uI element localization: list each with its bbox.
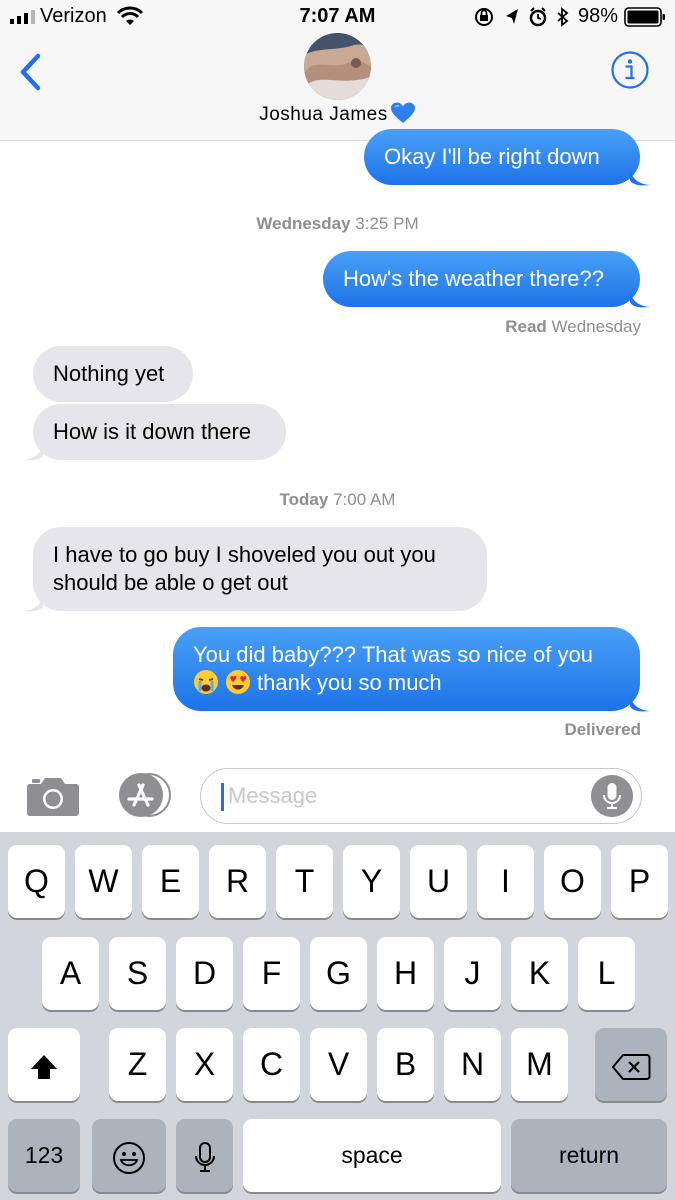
heart-eyes-icon [226, 670, 250, 694]
numbers-key[interactable]: 123 [8, 1119, 80, 1192]
blue-heart-icon [390, 102, 415, 123]
timestamp-time: 7:00 AM [333, 490, 396, 509]
key-v[interactable]: V [310, 1028, 367, 1101]
backspace-icon [612, 1053, 651, 1080]
battery-percentage: 98% [578, 5, 619, 27]
microphone-icon [194, 1141, 215, 1172]
timestamp: Today 7:00 AM [0, 490, 675, 510]
key-q[interactable]: Q [8, 845, 65, 918]
key-h[interactable]: H [377, 937, 434, 1010]
conversation-header: Verizon 7:07 AM 98% Joshua James [0, 0, 675, 141]
key-f[interactable]: F [243, 937, 300, 1010]
back-chevron-icon[interactable] [14, 50, 50, 94]
received-bubble-tail [23, 441, 43, 461]
key-t[interactable]: T [276, 845, 333, 918]
key-p[interactable]: P [611, 845, 668, 918]
key-d[interactable]: D [176, 937, 233, 1010]
backspace-key[interactable] [595, 1028, 667, 1101]
dictation-key[interactable] [176, 1119, 233, 1192]
bluetooth-icon [557, 7, 569, 27]
status-icons [475, 7, 569, 27]
timestamp: Wednesday 3:25 PM [0, 214, 675, 234]
sent-message-bubble[interactable]: You did baby??? That was so nice of you … [173, 627, 640, 711]
receipt-status: Read [505, 317, 547, 336]
message-text: Nothing yet [53, 361, 165, 386]
key-s[interactable]: S [109, 937, 166, 1010]
key-e[interactable]: E [142, 845, 199, 918]
key-i[interactable]: I [477, 845, 534, 918]
received-bubble-tail [23, 592, 43, 612]
info-icon[interactable] [610, 50, 650, 90]
key-l[interactable]: L [578, 937, 635, 1010]
received-message-bubble[interactable]: Nothing yet [33, 346, 193, 402]
orientation-lock-icon [475, 8, 493, 26]
dictation-mic-icon[interactable] [591, 775, 633, 817]
timestamp-time: 3:25 PM [355, 214, 419, 233]
sent-bubble-tail [630, 166, 650, 186]
emoji-smiley-icon [113, 1141, 145, 1174]
message-text: How's the weather there?? [343, 266, 605, 291]
message-input[interactable]: Message [200, 768, 642, 824]
key-g[interactable]: G [310, 937, 367, 1010]
camera-icon[interactable] [26, 773, 80, 817]
message-text-line: should be able o get out [53, 570, 288, 595]
app-store-icon[interactable] [112, 772, 174, 818]
emoji-key[interactable] [92, 1119, 166, 1192]
key-z[interactable]: Z [109, 1028, 166, 1101]
received-message-bubble[interactable]: How is it down there [33, 404, 286, 460]
contact-avatar[interactable] [304, 33, 371, 100]
key-c[interactable]: C [243, 1028, 300, 1101]
key-u[interactable]: U [410, 845, 467, 918]
key-n[interactable]: N [444, 1028, 501, 1101]
message-placeholder: Message [228, 783, 318, 808]
key-a[interactable]: A [42, 937, 99, 1010]
key-j[interactable]: J [444, 937, 501, 1010]
message-text-line: You did baby??? That was so nice of you [193, 642, 593, 667]
key-r[interactable]: R [209, 845, 266, 918]
contact-name-label: Joshua James [259, 104, 388, 125]
key-k[interactable]: K [511, 937, 568, 1010]
keyboard: Q W E R T Y U I O P A S D F G H J K L Z … [0, 832, 675, 1200]
battery-icon [624, 7, 665, 27]
key-m[interactable]: M [511, 1028, 568, 1101]
message-text: thank you so much [257, 670, 442, 695]
delivered-receipt: Delivered [564, 720, 641, 739]
status-bar: Verizon 7:07 AM 98% [0, 0, 675, 34]
read-receipt: Read Wednesday [505, 317, 641, 337]
message-text-line: I have to go buy I shoveled you out you [53, 542, 436, 567]
key-o[interactable]: O [544, 845, 601, 918]
sent-message-bubble[interactable]: How's the weather there?? [323, 251, 640, 307]
key-w[interactable]: W [75, 845, 132, 918]
message-text: Okay I'll be right down [384, 144, 600, 169]
key-x[interactable]: X [176, 1028, 233, 1101]
timestamp-day: Wednesday [256, 214, 351, 233]
return-key[interactable]: return [511, 1119, 667, 1192]
key-y[interactable]: Y [343, 845, 400, 918]
received-message-bubble[interactable]: I have to go buy I shoveled you out you … [33, 527, 487, 611]
shift-key[interactable] [8, 1028, 80, 1101]
text-cursor [221, 783, 224, 811]
receipt-detail: Wednesday [551, 317, 641, 336]
message-text: How is it down there [53, 419, 252, 444]
shift-arrow-icon [31, 1054, 57, 1079]
key-b[interactable]: B [377, 1028, 434, 1101]
sent-bubble-tail [630, 692, 650, 712]
space-key[interactable]: space [243, 1119, 501, 1192]
alarm-icon [529, 7, 547, 27]
timestamp-day: Today [279, 490, 329, 509]
message-text-line: thank you so much [193, 669, 620, 697]
sent-bubble-tail [630, 288, 650, 308]
sent-message-bubble[interactable]: Okay I'll be right down [364, 129, 640, 185]
location-arrow-icon [506, 9, 518, 24]
contact-name[interactable]: Joshua James [0, 102, 675, 126]
crying-face-icon [194, 670, 218, 694]
